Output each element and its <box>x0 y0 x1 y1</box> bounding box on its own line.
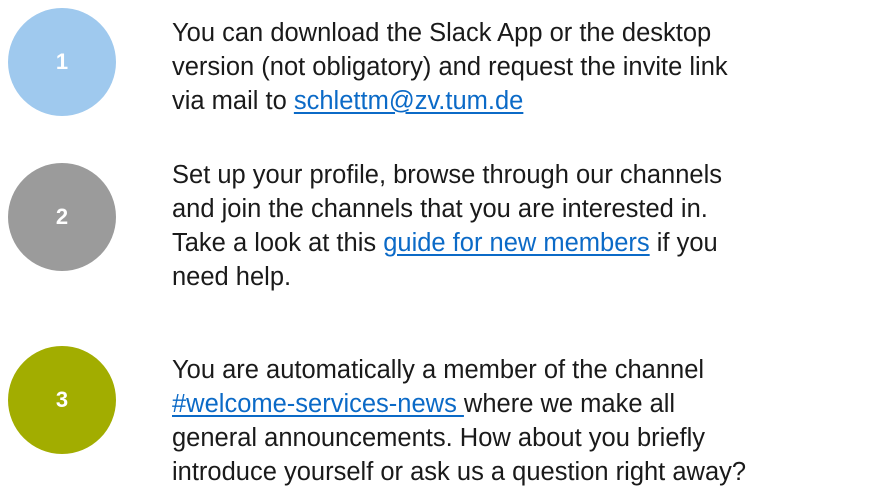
step-number-badge: 2 <box>8 163 116 271</box>
step-description: You can download the Slack App or the de… <box>172 16 887 118</box>
text-line: introduce yourself or ask us a question … <box>172 458 747 486</box>
step-description: You are automatically a member of the ch… <box>172 353 887 489</box>
text-line: general announcements. How about you bri… <box>172 424 705 452</box>
text-fragment: if you <box>649 229 718 257</box>
email-link[interactable]: schlettm@zv.tum.de <box>294 87 523 115</box>
text-fragment: where we make all <box>463 390 676 418</box>
text-fragment: via mail to <box>172 87 294 115</box>
text-line: #welcome-services-news where we make all <box>172 387 887 421</box>
text-line: need help. <box>172 263 292 291</box>
text-line: via mail to schlettm@zv.tum.de <box>172 84 887 118</box>
step-number-badge: 1 <box>8 8 116 116</box>
text-line: Set up your profile, browse through our … <box>172 161 722 189</box>
text-line: Take a look at this guide for new member… <box>172 226 887 260</box>
text-line: You are automatically a member of the ch… <box>172 356 705 384</box>
channel-link[interactable]: #welcome-services-news <box>172 390 464 418</box>
text-line: version (not obligatory) and request the… <box>172 53 728 81</box>
step-description: Set up your profile, browse through our … <box>172 158 887 294</box>
step-number-badge: 3 <box>8 346 116 454</box>
guide-link[interactable]: guide for new members <box>383 229 649 257</box>
text-fragment: Take a look at this <box>172 229 384 257</box>
text-line: You can download the Slack App or the de… <box>172 19 712 47</box>
text-line: and join the channels that you are inter… <box>172 195 708 223</box>
